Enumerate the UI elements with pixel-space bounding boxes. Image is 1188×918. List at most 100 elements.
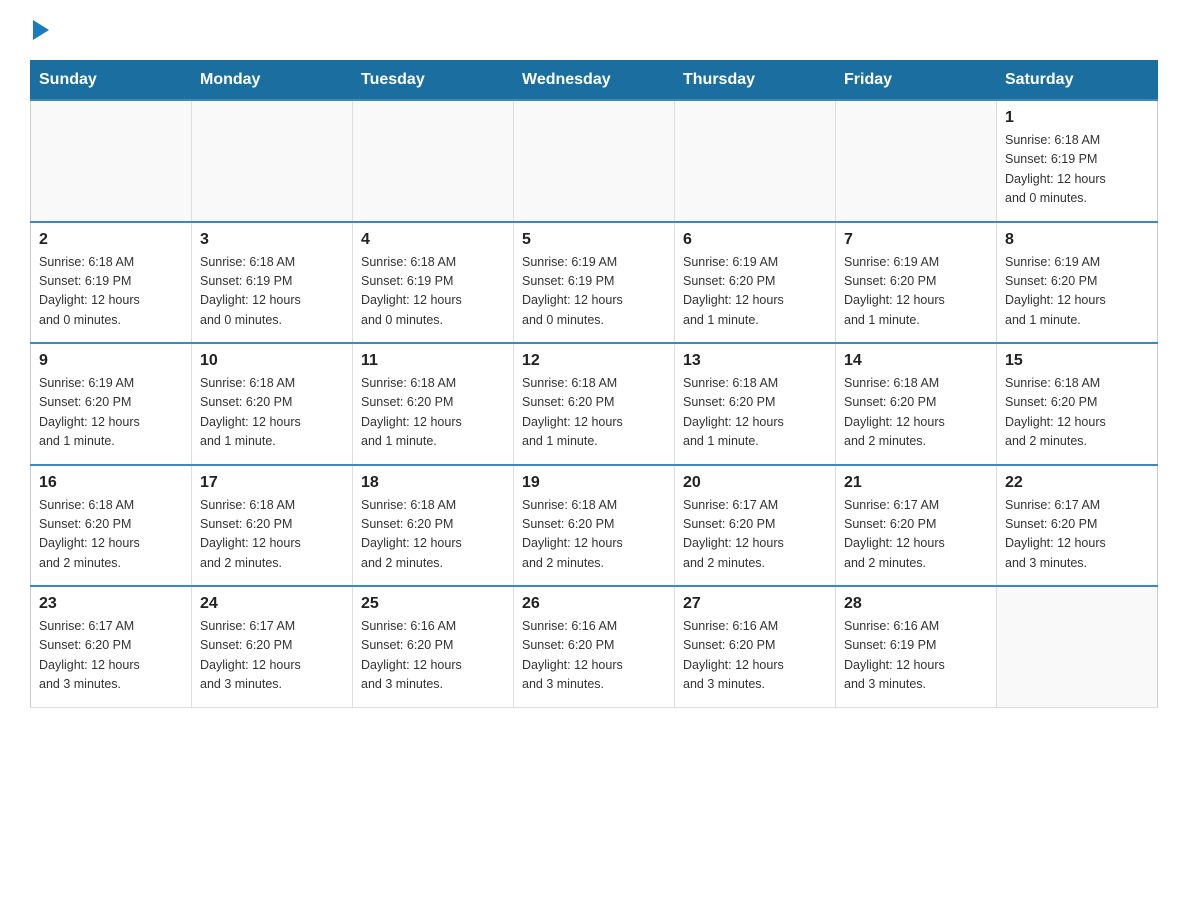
day-info: Sunrise: 6:16 AM Sunset: 6:20 PM Dayligh… — [522, 617, 666, 695]
day-info: Sunrise: 6:18 AM Sunset: 6:20 PM Dayligh… — [1005, 374, 1149, 452]
day-of-week-header: Monday — [192, 61, 353, 101]
calendar-day-cell: 4 Sunrise: 6:18 AM Sunset: 6:19 PM Daylig… — [353, 222, 514, 344]
calendar-day-cell: 17 Sunrise: 6:18 AM Sunset: 6:20 PM Dayli… — [192, 465, 353, 587]
day-info: Sunrise: 6:16 AM Sunset: 6:19 PM Dayligh… — [844, 617, 988, 695]
calendar-day-cell: 11 Sunrise: 6:18 AM Sunset: 6:20 PM Dayli… — [353, 343, 514, 465]
day-info: Sunrise: 6:18 AM Sunset: 6:20 PM Dayligh… — [361, 374, 505, 452]
day-number: 18 — [361, 474, 505, 492]
calendar-day-cell: 16 Sunrise: 6:18 AM Sunset: 6:20 PM Dayli… — [31, 465, 192, 587]
day-info: Sunrise: 6:19 AM Sunset: 6:20 PM Dayligh… — [1005, 253, 1149, 331]
day-number: 15 — [1005, 352, 1149, 370]
day-number: 11 — [361, 352, 505, 370]
calendar-day-cell: 22 Sunrise: 6:17 AM Sunset: 6:20 PM Dayli… — [997, 465, 1158, 587]
calendar-empty-cell — [192, 100, 353, 222]
calendar-day-cell: 12 Sunrise: 6:18 AM Sunset: 6:20 PM Dayli… — [514, 343, 675, 465]
logo — [30, 20, 49, 40]
day-number: 17 — [200, 474, 344, 492]
day-of-week-header: Tuesday — [353, 61, 514, 101]
day-number: 25 — [361, 595, 505, 613]
calendar-week-row: 23 Sunrise: 6:17 AM Sunset: 6:20 PM Dayli… — [31, 586, 1158, 707]
day-number: 3 — [200, 231, 344, 249]
day-of-week-header: Saturday — [997, 61, 1158, 101]
calendar-day-cell: 26 Sunrise: 6:16 AM Sunset: 6:20 PM Dayli… — [514, 586, 675, 707]
day-info: Sunrise: 6:17 AM Sunset: 6:20 PM Dayligh… — [200, 617, 344, 695]
day-number: 6 — [683, 231, 827, 249]
day-number: 7 — [844, 231, 988, 249]
calendar-day-cell: 2Sunrise: 6:18 AM Sunset: 6:19 PM Daylig… — [31, 222, 192, 344]
day-number: 13 — [683, 352, 827, 370]
day-number: 22 — [1005, 474, 1149, 492]
calendar-day-cell: 5 Sunrise: 6:19 AM Sunset: 6:19 PM Daylig… — [514, 222, 675, 344]
day-of-week-header: Sunday — [31, 61, 192, 101]
calendar-empty-cell — [836, 100, 997, 222]
day-of-week-header: Friday — [836, 61, 997, 101]
day-info: Sunrise: 6:18 AM Sunset: 6:20 PM Dayligh… — [522, 374, 666, 452]
calendar-day-cell: 23 Sunrise: 6:17 AM Sunset: 6:20 PM Dayli… — [31, 586, 192, 707]
day-info: Sunrise: 6:18 AM Sunset: 6:20 PM Dayligh… — [200, 496, 344, 574]
calendar-day-cell: 25 Sunrise: 6:16 AM Sunset: 6:20 PM Dayli… — [353, 586, 514, 707]
day-info: Sunrise: 6:19 AM Sunset: 6:20 PM Dayligh… — [683, 253, 827, 331]
logo-arrow-icon — [33, 20, 49, 40]
day-info: Sunrise: 6:19 AM Sunset: 6:20 PM Dayligh… — [844, 253, 988, 331]
day-number: 20 — [683, 474, 827, 492]
calendar-week-row: 2 Sunrise: 6:18 AM Sunset: 6:19 PM Daylig… — [31, 222, 1158, 344]
calendar-empty-cell — [997, 586, 1158, 707]
calendar-day-cell: 24 Sunrise: 6:17 AM Sunset: 6:20 PM Dayli… — [192, 586, 353, 707]
day-number: 2 — [39, 231, 183, 249]
calendar-day-cell: 18 Sunrise: 6:18 AM Sunset: 6:20 PM Dayli… — [353, 465, 514, 587]
calendar-empty-cell — [514, 100, 675, 222]
day-number: 21 — [844, 474, 988, 492]
calendar-empty-cell — [353, 100, 514, 222]
day-info: Sunrise: 6:19 AM Sunset: 6:20 PM Dayligh… — [39, 374, 183, 452]
day-number: 23 — [39, 595, 183, 613]
day-info: Sunrise: 6:18 AM Sunset: 6:20 PM Dayligh… — [522, 496, 666, 574]
day-of-week-header: Wednesday — [514, 61, 675, 101]
calendar-day-cell: 3 Sunrise: 6:18 AM Sunset: 6:19 PM Daylig… — [192, 222, 353, 344]
day-number: 12 — [522, 352, 666, 370]
day-number: 10 — [200, 352, 344, 370]
day-info: Sunrise: 6:18 AM Sunset: 6:20 PM Dayligh… — [361, 496, 505, 574]
day-number: 14 — [844, 352, 988, 370]
day-number: 9 — [39, 352, 183, 370]
day-info: Sunrise: 6:18 AM Sunset: 6:19 PM Dayligh… — [200, 253, 344, 331]
day-info: Sunrise: 6:17 AM Sunset: 6:20 PM Dayligh… — [1005, 496, 1149, 574]
calendar-day-cell: 1 Sunrise: 6:18 AM Sunset: 6:19 PM Daylig… — [997, 100, 1158, 222]
calendar-day-cell: 8 Sunrise: 6:19 AM Sunset: 6:20 PM Daylig… — [997, 222, 1158, 344]
page-header — [30, 20, 1158, 40]
calendar-day-cell: 28Sunrise: 6:16 AM Sunset: 6:19 PM Dayli… — [836, 586, 997, 707]
day-info: Sunrise: 6:18 AM Sunset: 6:19 PM Dayligh… — [1005, 131, 1149, 209]
day-info: Sunrise: 6:17 AM Sunset: 6:20 PM Dayligh… — [39, 617, 183, 695]
calendar-day-cell: 13 Sunrise: 6:18 AM Sunset: 6:20 PM Dayli… — [675, 343, 836, 465]
calendar-day-cell: 19Sunrise: 6:18 AM Sunset: 6:20 PM Dayli… — [514, 465, 675, 587]
day-number: 27 — [683, 595, 827, 613]
calendar-day-cell: 14 Sunrise: 6:18 AM Sunset: 6:20 PM Dayli… — [836, 343, 997, 465]
calendar-header-row: SundayMondayTuesdayWednesdayThursdayFrid… — [31, 61, 1158, 101]
day-number: 1 — [1005, 109, 1149, 127]
day-info: Sunrise: 6:16 AM Sunset: 6:20 PM Dayligh… — [361, 617, 505, 695]
day-info: Sunrise: 6:17 AM Sunset: 6:20 PM Dayligh… — [683, 496, 827, 574]
day-info: Sunrise: 6:18 AM Sunset: 6:20 PM Dayligh… — [39, 496, 183, 574]
day-number: 8 — [1005, 231, 1149, 249]
day-number: 16 — [39, 474, 183, 492]
day-number: 5 — [522, 231, 666, 249]
calendar-day-cell: 10 Sunrise: 6:18 AM Sunset: 6:20 PM Dayli… — [192, 343, 353, 465]
day-info: Sunrise: 6:18 AM Sunset: 6:20 PM Dayligh… — [844, 374, 988, 452]
day-info: Sunrise: 6:18 AM Sunset: 6:20 PM Dayligh… — [683, 374, 827, 452]
day-info: Sunrise: 6:17 AM Sunset: 6:20 PM Dayligh… — [844, 496, 988, 574]
calendar-day-cell: 15 Sunrise: 6:18 AM Sunset: 6:20 PM Dayli… — [997, 343, 1158, 465]
calendar-empty-cell — [675, 100, 836, 222]
calendar-day-cell: 6 Sunrise: 6:19 AM Sunset: 6:20 PM Daylig… — [675, 222, 836, 344]
day-number: 26 — [522, 595, 666, 613]
day-info: Sunrise: 6:19 AM Sunset: 6:19 PM Dayligh… — [522, 253, 666, 331]
day-of-week-header: Thursday — [675, 61, 836, 101]
day-info: Sunrise: 6:18 AM Sunset: 6:19 PM Dayligh… — [361, 253, 505, 331]
calendar-empty-cell — [31, 100, 192, 222]
day-number: 4 — [361, 231, 505, 249]
day-info: Sunrise: 6:18 AM Sunset: 6:20 PM Dayligh… — [200, 374, 344, 452]
calendar-day-cell: 21 Sunrise: 6:17 AM Sunset: 6:20 PM Dayli… — [836, 465, 997, 587]
calendar-week-row: 16 Sunrise: 6:18 AM Sunset: 6:20 PM Dayli… — [31, 465, 1158, 587]
day-number: 24 — [200, 595, 344, 613]
calendar-day-cell: 27Sunrise: 6:16 AM Sunset: 6:20 PM Dayli… — [675, 586, 836, 707]
calendar-week-row: 9 Sunrise: 6:19 AM Sunset: 6:20 PM Daylig… — [31, 343, 1158, 465]
calendar-day-cell: 20 Sunrise: 6:17 AM Sunset: 6:20 PM Dayli… — [675, 465, 836, 587]
